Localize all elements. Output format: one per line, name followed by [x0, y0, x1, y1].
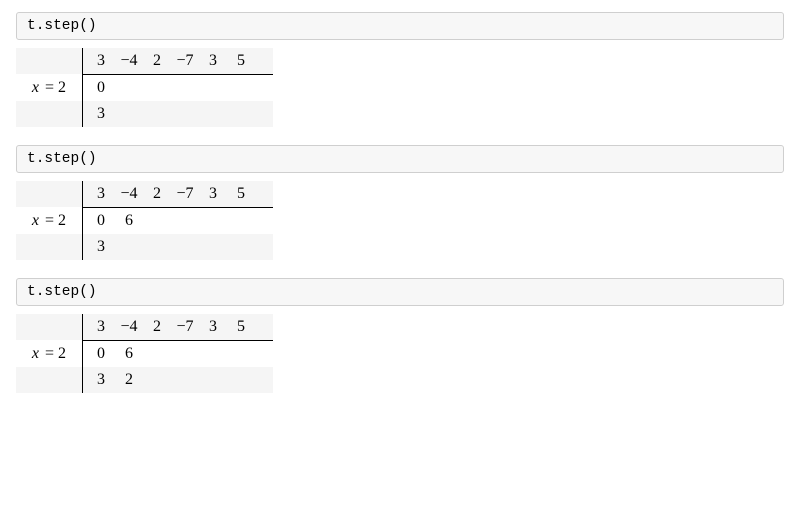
coeff-row: 3 −4 2 −7 3 5 [16, 181, 273, 207]
work: 0 [87, 345, 115, 363]
coeff: 3 [199, 185, 227, 203]
coeff: 3 [199, 318, 227, 336]
step-block: t.step() 3 −4 2 −7 3 5 x = 2 0 [16, 12, 784, 131]
coeff: 5 [227, 185, 255, 203]
result: 3 [87, 371, 115, 389]
coeff-cells: 3 −4 2 −7 3 5 [83, 48, 259, 74]
x-label: x = 2 [16, 208, 82, 234]
result-cells: 3 [83, 101, 259, 127]
coeff: −7 [171, 185, 199, 203]
coeff: 5 [227, 52, 255, 70]
result: 3 [87, 238, 115, 256]
middle-row: x = 2 0 [16, 75, 273, 101]
work-cells: 0 [83, 75, 259, 101]
coeff-row: 3 −4 2 −7 3 5 [16, 48, 273, 74]
coeff: −4 [115, 318, 143, 336]
coeff: 3 [87, 52, 115, 70]
work: 6 [115, 345, 143, 363]
result-row: 3 [16, 101, 273, 127]
result-row: 3 2 [16, 367, 273, 393]
result: 2 [115, 371, 143, 389]
work: 6 [115, 212, 143, 230]
coeff: 2 [143, 185, 171, 203]
work: 0 [87, 79, 115, 97]
x-label-cell [16, 48, 82, 74]
coeff: 5 [227, 318, 255, 336]
middle-row: x = 2 0 6 [16, 208, 273, 234]
coeff: −4 [115, 185, 143, 203]
work: 0 [87, 212, 115, 230]
synthetic-division-tableau: 3 −4 2 −7 3 5 x = 2 0 6 [16, 179, 273, 260]
middle-row: x = 2 0 6 [16, 341, 273, 367]
step-block: t.step() 3 −4 2 −7 3 5 x = 2 0 6 [16, 278, 784, 397]
code-cell: t.step() [16, 12, 784, 40]
x-label: x = 2 [16, 341, 82, 367]
coeff: −7 [171, 52, 199, 70]
coeff: 3 [199, 52, 227, 70]
coeff-row: 3 −4 2 −7 3 5 [16, 314, 273, 340]
result-row: 3 [16, 234, 273, 260]
code-cell: t.step() [16, 278, 784, 306]
synthetic-division-tableau: 3 −4 2 −7 3 5 x = 2 0 6 [16, 312, 273, 393]
coeff: 3 [87, 318, 115, 336]
x-label: x = 2 [16, 75, 82, 101]
coeff: 2 [143, 52, 171, 70]
coeff: 3 [87, 185, 115, 203]
coeff: 2 [143, 318, 171, 336]
coeff: −4 [115, 52, 143, 70]
code-cell: t.step() [16, 145, 784, 173]
result: 3 [87, 105, 115, 123]
step-block: t.step() 3 −4 2 −7 3 5 x = 2 0 6 [16, 145, 784, 264]
coeff: −7 [171, 318, 199, 336]
synthetic-division-tableau: 3 −4 2 −7 3 5 x = 2 0 [16, 46, 273, 127]
